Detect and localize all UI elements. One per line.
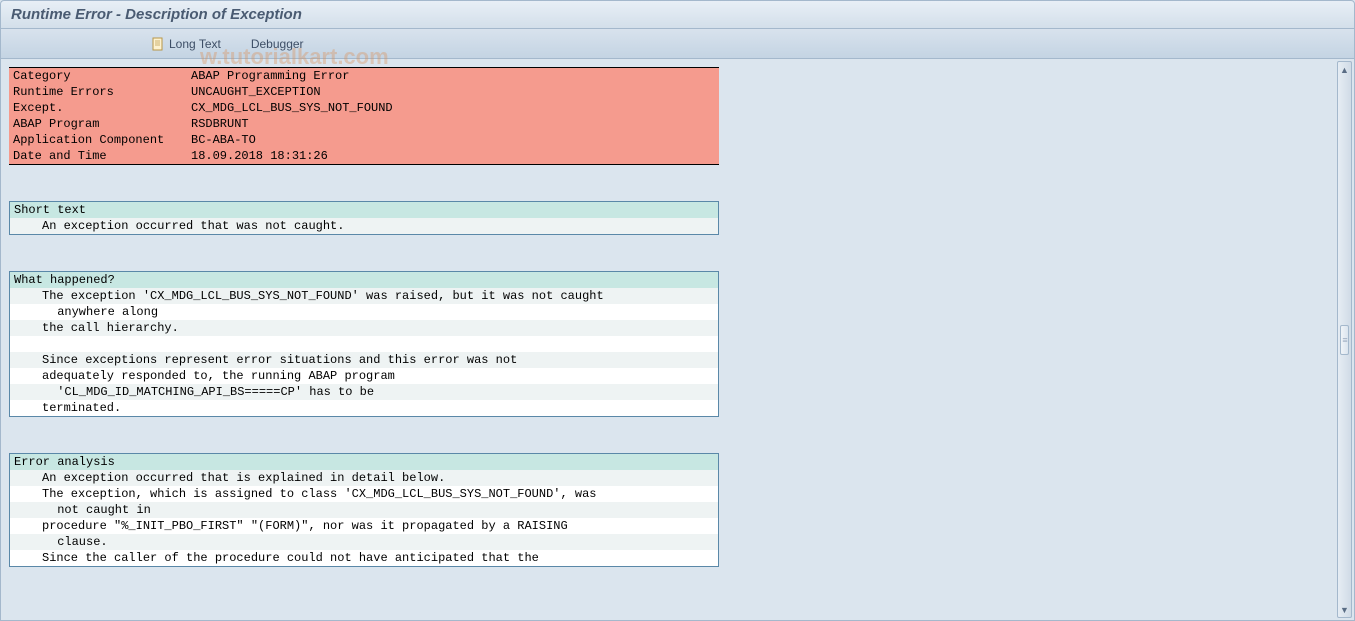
section-header: What happened? [10,272,718,288]
summary-label: Runtime Errors [9,84,187,100]
long-text-button[interactable]: Long Text [151,37,221,51]
text-line: not caught in [10,502,718,518]
what-happened-section: What happened? The exception 'CX_MDG_LCL… [9,271,719,417]
summary-value: CX_MDG_LCL_BUS_SYS_NOT_FOUND [187,100,719,116]
summary-row: ABAP ProgramRSDBRUNT [9,116,719,132]
section-header: Error analysis [10,454,718,470]
summary-value: BC-ABA-TO [187,132,719,148]
text-line: anywhere along [10,304,718,320]
debugger-label: Debugger [251,37,304,51]
summary-row: Runtime ErrorsUNCAUGHT_EXCEPTION [9,84,719,100]
summary-value: RSDBRUNT [187,116,719,132]
text-line: adequately responded to, the running ABA… [10,368,718,384]
summary-row: Except.CX_MDG_LCL_BUS_SYS_NOT_FOUND [9,100,719,116]
scroll-down-arrow-icon[interactable]: ▼ [1338,602,1351,617]
text-line: Since the caller of the procedure could … [10,550,718,566]
text-line: The exception 'CX_MDG_LCL_BUS_SYS_NOT_FO… [10,288,718,304]
text-line: procedure "%_INIT_PBO_FIRST" "(FORM)", n… [10,518,718,534]
scroll-region: CategoryABAP Programming ErrorRuntime Er… [1,59,1334,620]
summary-label: Application Component [9,132,187,148]
content-area: CategoryABAP Programming ErrorRuntime Er… [0,59,1355,621]
section-body: An exception occurred that is explained … [10,470,718,566]
text-line: terminated. [10,400,718,416]
summary-label: ABAP Program [9,116,187,132]
summary-value: 18.09.2018 18:31:26 [187,148,719,165]
section-body: The exception 'CX_MDG_LCL_BUS_SYS_NOT_FO… [10,288,718,416]
text-line: An exception occurred that was not caugh… [10,218,718,234]
short-text-section: Short text An exception occurred that wa… [9,201,719,235]
title-bar: Runtime Error - Description of Exception [0,0,1355,29]
text-line: Since exceptions represent error situati… [10,352,718,368]
summary-row: Application ComponentBC-ABA-TO [9,132,719,148]
scroll-grip[interactable]: ≡ [1340,325,1349,355]
scroll-up-arrow-icon[interactable]: ▲ [1338,62,1351,77]
text-line: The exception, which is assigned to clas… [10,486,718,502]
summary-label: Except. [9,100,187,116]
summary-label: Date and Time [9,148,187,165]
window-title: Runtime Error - Description of Exception [11,6,302,23]
summary-row: Date and Time18.09.2018 18:31:26 [9,148,719,165]
section-header: Short text [10,202,718,218]
window: Runtime Error - Description of Exception… [0,0,1355,621]
text-line [10,336,718,352]
vertical-scrollbar[interactable]: ▲ ≡ ▼ [1337,61,1352,618]
section-body: An exception occurred that was not caugh… [10,218,718,234]
text-line: An exception occurred that is explained … [10,470,718,486]
debugger-button[interactable]: Debugger [251,37,304,51]
summary-label: Category [9,68,187,85]
summary-value: ABAP Programming Error [187,68,719,85]
error-analysis-section: Error analysis An exception occurred tha… [9,453,719,567]
document-icon [151,37,165,51]
toolbar: Long Text Debugger [0,29,1355,59]
summary-value: UNCAUGHT_EXCEPTION [187,84,719,100]
summary-row: CategoryABAP Programming Error [9,68,719,85]
text-line: 'CL_MDG_ID_MATCHING_API_BS=====CP' has t… [10,384,718,400]
text-line: the call hierarchy. [10,320,718,336]
summary-table: CategoryABAP Programming ErrorRuntime Er… [9,67,719,165]
text-line: clause. [10,534,718,550]
long-text-label: Long Text [169,37,221,51]
